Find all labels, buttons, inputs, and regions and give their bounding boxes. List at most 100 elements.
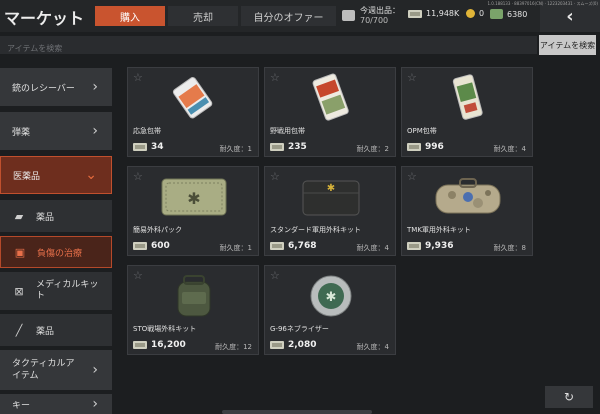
item-card[interactable]: ☆ TMK軍用外科キット 9,936 耐久度：8	[401, 166, 533, 256]
favorite-star-icon[interactable]: ☆	[407, 170, 417, 183]
coin-amount: 0	[479, 9, 485, 18]
standard-surgical-kit-icon: ✱	[302, 180, 360, 216]
item-durability: 耐久度：4	[493, 145, 526, 153]
cash-icon	[270, 242, 284, 250]
sidebar-item-label: 銃のレシーバー	[12, 83, 75, 94]
item-durability: 耐久度：4	[356, 343, 389, 351]
bandage-icon: ▰	[14, 209, 24, 223]
chevron-right-icon: ›	[92, 79, 98, 95]
sidebar-subitem-label: 負傷の治療	[37, 248, 83, 259]
item-name: 応急包帯	[133, 127, 161, 135]
svg-text:✱: ✱	[187, 189, 200, 208]
item-price: 34	[133, 142, 164, 152]
scroll-indicator	[222, 410, 372, 414]
chevron-down-icon: ⌄	[85, 167, 97, 183]
favorite-star-icon[interactable]: ☆	[407, 71, 417, 84]
cash-icon	[270, 143, 284, 151]
item-durability: 耐久度：12	[215, 343, 252, 351]
cash-icon	[133, 341, 147, 349]
item-card[interactable]: ☆ ✱ G-96ネブライザー 2,080 耐久度：4	[264, 265, 396, 355]
sidebar-subitem-drugs[interactable]: ▰ 薬品	[0, 200, 112, 232]
tmk-surgical-kit-icon	[435, 178, 501, 214]
item-name: G-96ネブライザー	[270, 325, 329, 333]
item-price: 235	[270, 142, 307, 152]
favorite-star-icon[interactable]: ☆	[270, 71, 280, 84]
category-sidebar: 銃のレシーバー › 弾薬 › 医薬品 ⌄ ▰ 薬品 ▣ 負傷の治療 ⊠ メディカ…	[0, 60, 112, 414]
opm-bandage-item-icon	[452, 74, 483, 120]
search-bar	[0, 36, 537, 58]
item-name: STO戦場外科キット	[133, 325, 197, 333]
g96-nebulizer-icon: ✱	[310, 275, 352, 317]
favorite-star-icon[interactable]: ☆	[133, 170, 143, 183]
item-price: 600	[133, 241, 170, 251]
item-card[interactable]: ☆ ✱ スタンダード軍用外科キット 6,768 耐久度：4	[264, 166, 396, 256]
sidebar-item-medical[interactable]: 医薬品 ⌄	[0, 156, 112, 194]
item-card[interactable]: ☆ ✱ 簡易外科パック 600 耐久度：1	[127, 166, 259, 256]
top-bar: マーケット 購入 売却 自分のオファー 今週出品： 70/700 11,948K…	[0, 0, 600, 32]
sidebar-item-tactical[interactable]: タクティカルアイテム ›	[0, 350, 112, 390]
favorite-star-icon[interactable]: ☆	[270, 170, 280, 183]
refresh-button[interactable]: ↻	[545, 386, 593, 408]
listing-icon	[342, 10, 355, 21]
first-aid-icon: ⊠	[14, 284, 24, 298]
medkit-icon: ▣	[14, 245, 26, 259]
simple-surgical-pack-icon: ✱	[161, 178, 227, 216]
search-button[interactable]: アイテムを検索	[539, 35, 596, 55]
cash-icon	[408, 9, 422, 18]
item-card[interactable]: ☆ OPM包帯 996 耐久度：4	[401, 67, 533, 157]
weekly-listings-label: 今週出品：	[360, 6, 400, 15]
chevron-left-icon: ‹	[566, 5, 574, 27]
chevron-right-icon: ›	[92, 362, 98, 378]
favorite-star-icon[interactable]: ☆	[270, 269, 280, 282]
tab-sell[interactable]: 売却	[168, 6, 238, 26]
sidebar-item-label: キー	[12, 400, 31, 411]
sidebar-item-receivers[interactable]: 銃のレシーバー ›	[0, 68, 112, 106]
sidebar-item-label: 弾薬	[12, 127, 31, 138]
sidebar-item-keys[interactable]: キー ›	[0, 394, 112, 414]
item-card[interactable]: ☆ 野戦用包帯 235 耐久度：2	[264, 67, 396, 157]
gc-amount: 6380	[507, 9, 528, 19]
item-name: TMK軍用外科キット	[407, 226, 471, 234]
sidebar-subitem-label: 薬品	[36, 326, 55, 337]
cash-balance: 11,948K	[408, 9, 459, 18]
item-price: 996	[407, 142, 444, 152]
item-durability: 耐久度：2	[356, 145, 389, 153]
svg-text:✱: ✱	[327, 183, 335, 194]
item-name: スタンダード軍用外科キット	[270, 226, 361, 234]
field-bandage-item-icon	[312, 73, 349, 121]
tab-my-offers[interactable]: 自分のオファー	[241, 6, 336, 26]
coin-balance: 0	[466, 9, 484, 18]
sidebar-item-label: 医薬品	[13, 171, 41, 182]
search-input[interactable]	[0, 39, 537, 58]
item-card[interactable]: ☆ STO戦場外科キット 16,200 耐久度：12	[127, 265, 259, 355]
cash-icon	[133, 242, 147, 250]
item-durability: 耐久度：1	[219, 145, 252, 153]
sidebar-subitem-medical-kit[interactable]: ⊠ メディカルキット	[0, 272, 112, 310]
sidebar-item-ammo[interactable]: 弾薬 ›	[0, 112, 112, 150]
sidebar-subitem-injury-treatment[interactable]: ▣ 負傷の治療	[0, 236, 112, 268]
sidebar-subitem-label: 薬品	[36, 212, 55, 223]
item-durability: 耐久度：1	[219, 244, 252, 252]
item-price: 2,080	[270, 340, 316, 350]
item-price: 16,200	[133, 340, 186, 350]
syringe-icon: ╱	[15, 323, 23, 337]
item-card[interactable]: ☆ 応急包帯 34 耐久度：1	[127, 67, 259, 157]
favorite-star-icon[interactable]: ☆	[133, 71, 143, 84]
bandage-item-icon	[172, 77, 213, 119]
favorite-star-icon[interactable]: ☆	[133, 269, 143, 282]
sidebar-subitem-stimulants[interactable]: ╱ 薬品	[0, 314, 112, 346]
item-name: 簡易外科パック	[133, 226, 182, 234]
gc-icon	[490, 9, 503, 19]
gc-balance: 6380	[490, 9, 527, 19]
weekly-listings-value: 70/700	[360, 16, 389, 25]
item-name: OPM包帯	[407, 127, 437, 135]
coin-icon	[466, 9, 475, 18]
item-durability: 耐久度：8	[493, 244, 526, 252]
sidebar-item-label: タクティカルアイテム	[12, 359, 75, 381]
item-price: 6,768	[270, 241, 316, 251]
cash-icon	[407, 143, 421, 151]
tab-buy[interactable]: 購入	[95, 6, 165, 26]
sidebar-subitem-label: メディカルキット	[36, 280, 99, 301]
sto-field-surgical-kit-icon	[177, 275, 211, 317]
item-name: 野戦用包帯	[270, 127, 305, 135]
